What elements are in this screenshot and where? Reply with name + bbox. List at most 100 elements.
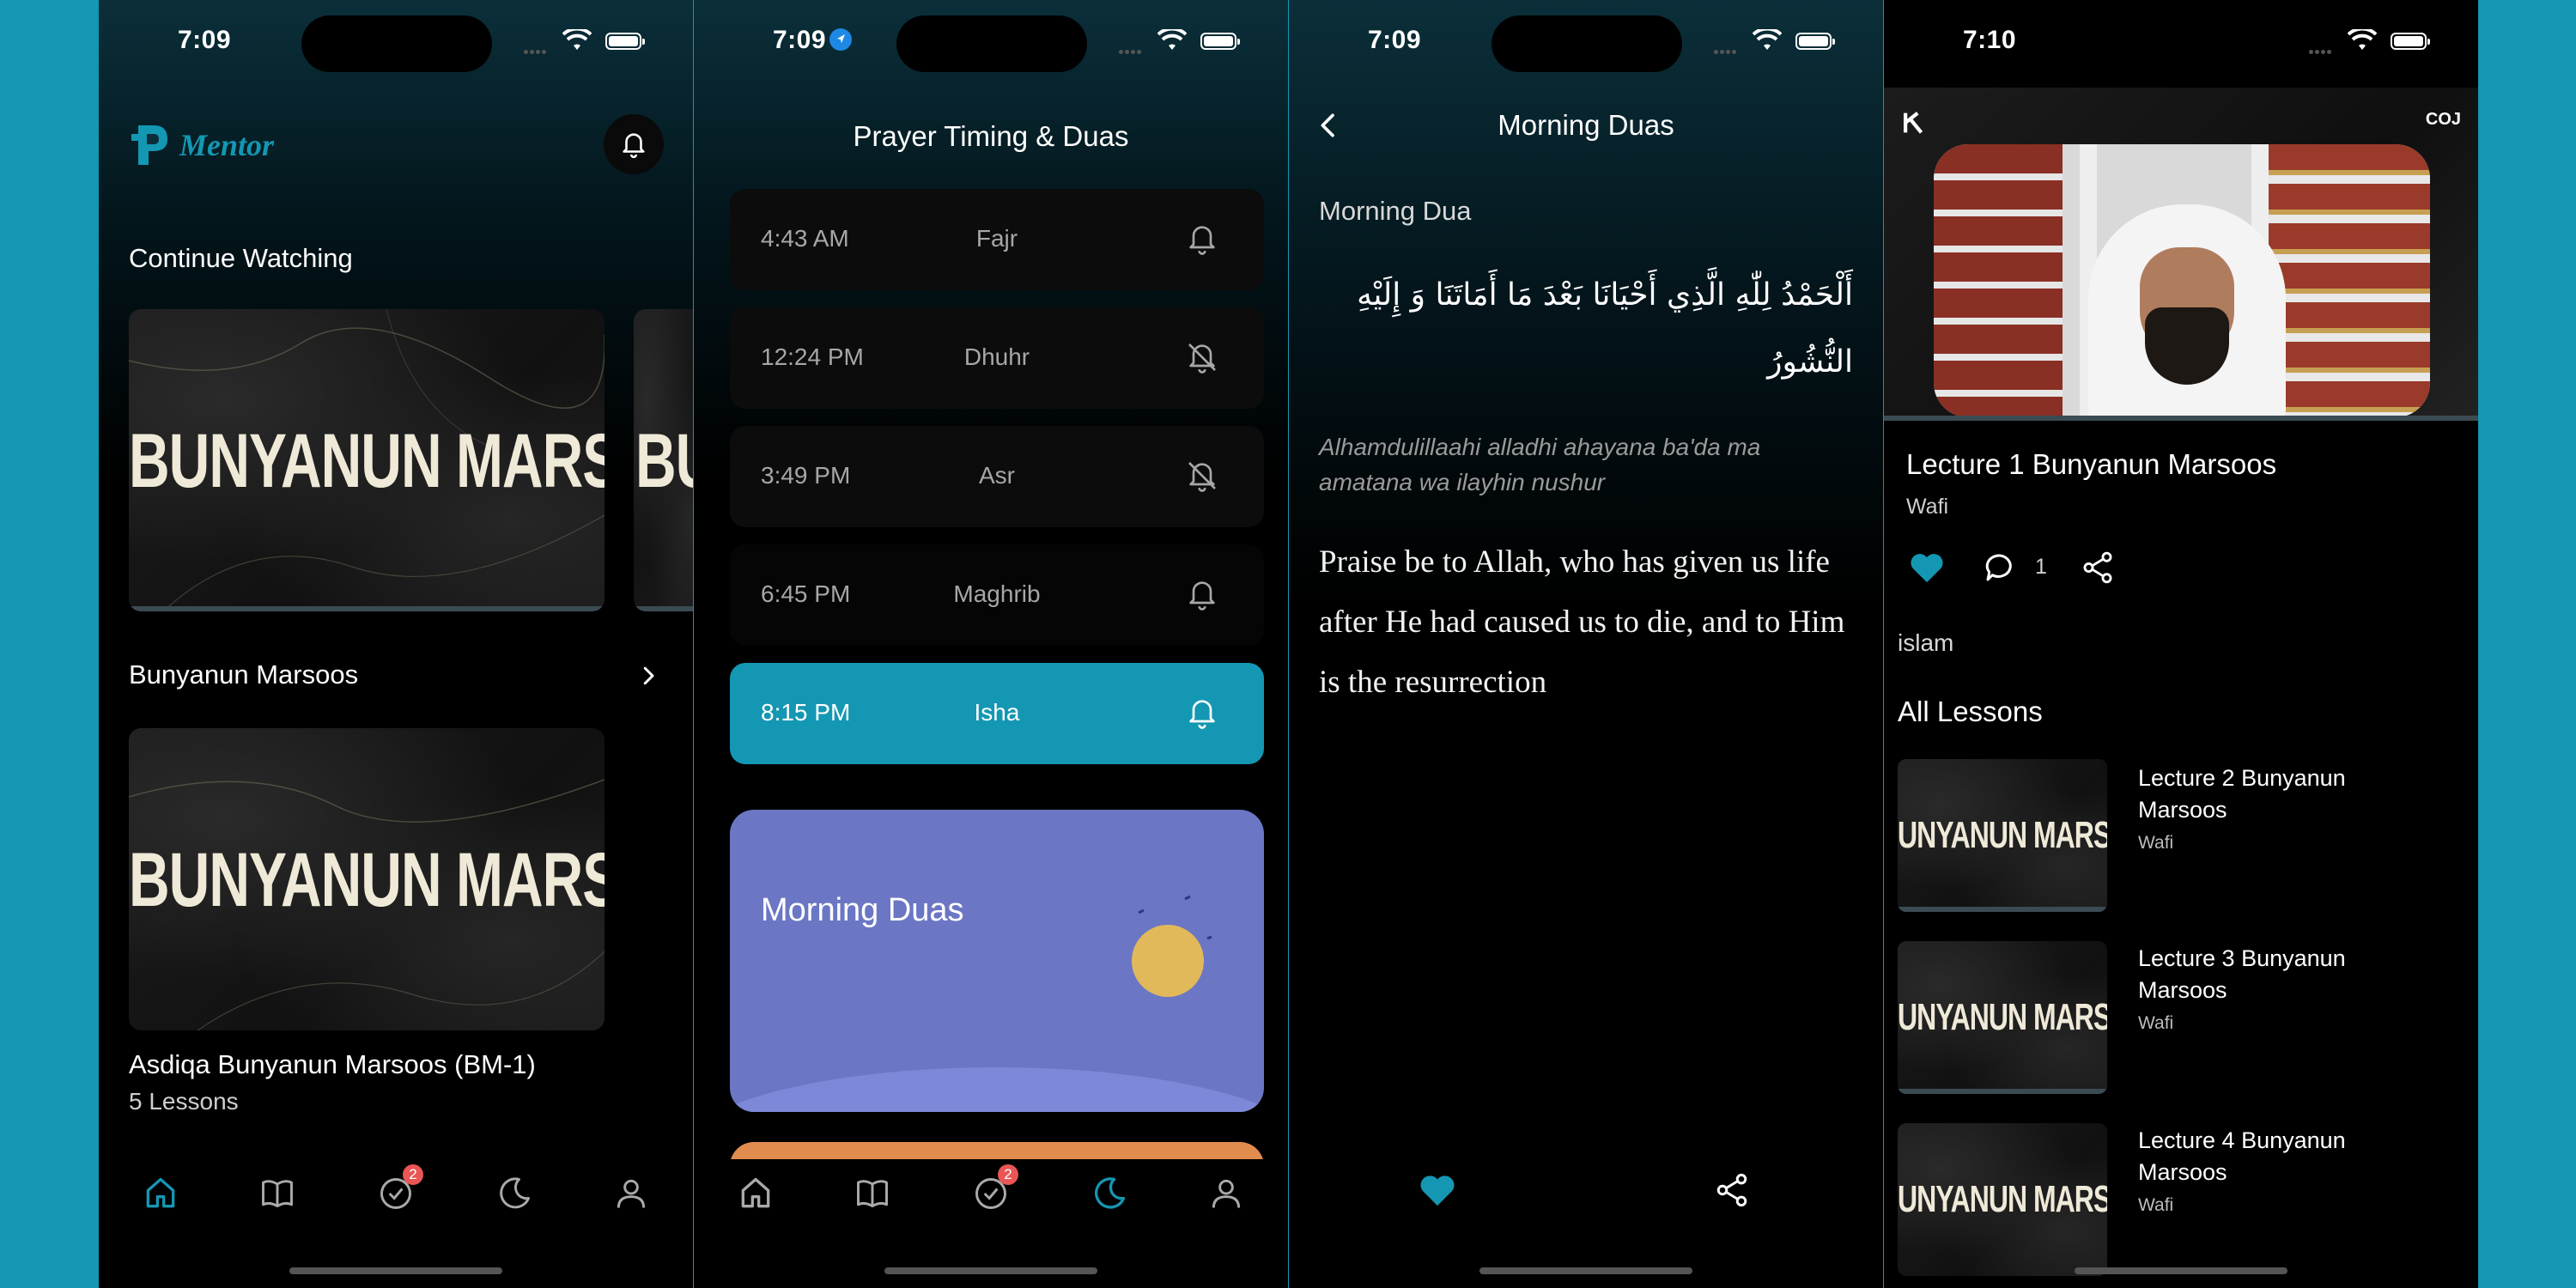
thumbnail-title: UNYANUN MARSOOS: [1898, 996, 2107, 1038]
prayer-row-isha[interactable]: 8:15 PM Isha: [730, 663, 1264, 764]
status-bar: 7:09: [694, 0, 1288, 86]
location-arrow-icon: [829, 28, 853, 51]
course-title[interactable]: Asdiqa Bunyanun Marsoos (BM-1): [129, 1049, 536, 1080]
dynamic-island: [896, 15, 1087, 72]
bottom-nav: 2: [99, 1159, 693, 1228]
moon-icon[interactable]: [495, 1175, 533, 1212]
app-logo: Mentor: [130, 120, 319, 172]
course-lessons-count: 5 Lessons: [129, 1088, 239, 1115]
lesson-thumbnail: UNYANUN MARSOOS: [1898, 1123, 2107, 1276]
lesson-thumbnail: UNYANUN MARSOOS: [1898, 941, 2107, 1094]
lesson-item[interactable]: UNYANUN MARSOOS Lecture 3 Bunyanun Marso…: [1898, 941, 2464, 1096]
like-heart-icon[interactable]: [1908, 550, 1946, 584]
lesson-title: Lecture 4 Bunyanun Marsoos: [2138, 1127, 2346, 1185]
book-icon[interactable]: [854, 1175, 891, 1212]
prayer-row-dhuhr[interactable]: 12:24 PM Dhuhr: [730, 307, 1264, 409]
watch-progress-bar: [129, 606, 605, 611]
moon-icon[interactable]: [1091, 1175, 1128, 1212]
arabic-text: أَلْحَمْدُ لِلّٰهِ الَّذِي أَحْيَانَا بَ…: [1357, 277, 1853, 380]
bell-off-icon[interactable]: [1185, 459, 1219, 493]
share-icon[interactable]: [2080, 550, 2116, 586]
transliteration: Alhamdulillaahi alladhi ahayana ba'da ma…: [1319, 434, 1761, 495]
section-row[interactable]: Bunyanun Marsoos: [129, 659, 661, 697]
prayer-name: Fajr: [975, 225, 1018, 252]
video-progress-bar[interactable]: [1884, 416, 2478, 421]
lecture-tag: islam: [1898, 629, 1954, 656]
home-icon[interactable]: [142, 1175, 179, 1212]
dynamic-island: [301, 15, 492, 72]
translation: Praise be to Allah, who has given us lif…: [1319, 544, 1845, 700]
prayer-row-asr[interactable]: 3:49 PM Asr: [730, 426, 1264, 527]
share-icon[interactable]: [1713, 1171, 1751, 1209]
wifi-icon: [1157, 29, 1187, 50]
continue-watching-heading: Continue Watching: [129, 243, 353, 273]
card-wave: [730, 1067, 1264, 1112]
bell-icon[interactable]: [1185, 222, 1219, 256]
status-time-text: 7:09: [773, 26, 827, 54]
video-player[interactable]: COJ: [1884, 88, 2478, 421]
watch-progress-bar-next: [634, 606, 693, 611]
status-bar: 7:10: [1884, 0, 2478, 86]
bell-icon[interactable]: [1185, 696, 1219, 730]
sun-illustration: [1132, 895, 1212, 997]
wifi-icon: [2348, 29, 2377, 50]
lesson-thumbnail: UNYANUN MARSOOS: [1898, 759, 2107, 912]
dynamic-island: [1492, 15, 1682, 72]
book-icon[interactable]: [258, 1175, 296, 1212]
tasks-button[interactable]: 2: [972, 1164, 1018, 1212]
all-lessons-heading: All Lessons: [1898, 696, 2043, 727]
watermark-logo: COJ: [2425, 110, 2461, 129]
comment-icon[interactable]: [1982, 550, 2018, 586]
thumbnail-title: BUNYANUN MARSOOS: [129, 417, 605, 503]
home-icon[interactable]: [737, 1175, 775, 1212]
morning-duas-card[interactable]: Morning Duas: [730, 810, 1264, 1112]
home-indicator: [884, 1267, 1097, 1274]
prayer-screen: 7:09 Prayer Timing & Duas 4:43 AM Fajr 1…: [694, 0, 1288, 1288]
cellular-icon: [524, 43, 555, 54]
duas-card-title: Morning Duas: [761, 892, 964, 928]
prayer-name: Dhuhr: [963, 343, 1030, 370]
tasks-badge: 2: [998, 1164, 1018, 1185]
status-time: 7:09: [1368, 26, 1422, 54]
wifi-icon: [562, 29, 592, 50]
course-card-thumbnail[interactable]: BUNYANUN MARSOOS: [129, 728, 605, 1030]
logo-text: Mentor: [179, 128, 275, 162]
tasks-button[interactable]: 2: [377, 1164, 423, 1212]
prayer-row-maghrib[interactable]: 6:45 PM Maghrib: [730, 544, 1264, 646]
bookshelf-right: [2267, 144, 2430, 417]
home-indicator: [289, 1267, 502, 1274]
prayer-name: Isha: [974, 699, 1020, 726]
dua-detail-screen: 7:09 Morning Duas Morning Dua أَلْحَمْدُ…: [1289, 0, 1883, 1288]
prayer-row-fajr[interactable]: 4:43 AM Fajr: [730, 189, 1264, 290]
bottom-nav: 2: [694, 1159, 1288, 1228]
bell-off-icon[interactable]: [1185, 340, 1219, 374]
favorite-heart-icon[interactable]: [1418, 1171, 1457, 1207]
lesson-item[interactable]: UNYANUN MARSOOS Lecture 2 Bunyanun Marso…: [1898, 759, 2464, 914]
profile-icon[interactable]: [1207, 1175, 1245, 1212]
channel-logo-icon: [1903, 112, 1923, 134]
lesson-progress-bar: [1898, 1089, 2107, 1094]
lecture-screen: 7:10 COJ Lecture 1 Bunyanun Marsoos Wafi…: [1884, 0, 2478, 1288]
thumbnail-title: UNYANUN MARSOOS: [1898, 1178, 2107, 1220]
dua-subtitle: Morning Dua: [1319, 196, 1472, 226]
lecture-title: Lecture 1 Bunyanun Marsoos: [1906, 448, 2277, 480]
home-indicator: [2075, 1267, 2287, 1274]
thumbnail-title: BUNYANUN MARSOOS: [129, 836, 605, 922]
profile-icon[interactable]: [612, 1175, 650, 1212]
status-time: 7:10: [1963, 26, 2017, 54]
dynamic-island: [2087, 15, 2277, 72]
video-frame: [1934, 144, 2430, 417]
chevron-right-icon: [643, 666, 654, 685]
battery-icon: [1795, 33, 1835, 50]
thumbnail-title: UNYANUN MARSOOS: [1898, 814, 2107, 856]
comment-count: 1: [2035, 555, 2047, 579]
lecture-author: Wafi: [1906, 495, 1949, 519]
status-time: 7:09: [178, 26, 232, 54]
continue-watching-card[interactable]: BUNYANUN MARSOOS: [129, 309, 605, 611]
bell-icon[interactable]: [1185, 577, 1219, 611]
lesson-title: Lecture 2 Bunyanun Marsoos: [2138, 765, 2346, 823]
lesson-item[interactable]: UNYANUN MARSOOS Lecture 4 Bunyanun Marso…: [1898, 1123, 2464, 1278]
continue-watching-card-next[interactable]: BU: [634, 309, 693, 611]
notifications-button[interactable]: [604, 114, 664, 174]
prayer-name: Maghrib: [953, 580, 1041, 607]
